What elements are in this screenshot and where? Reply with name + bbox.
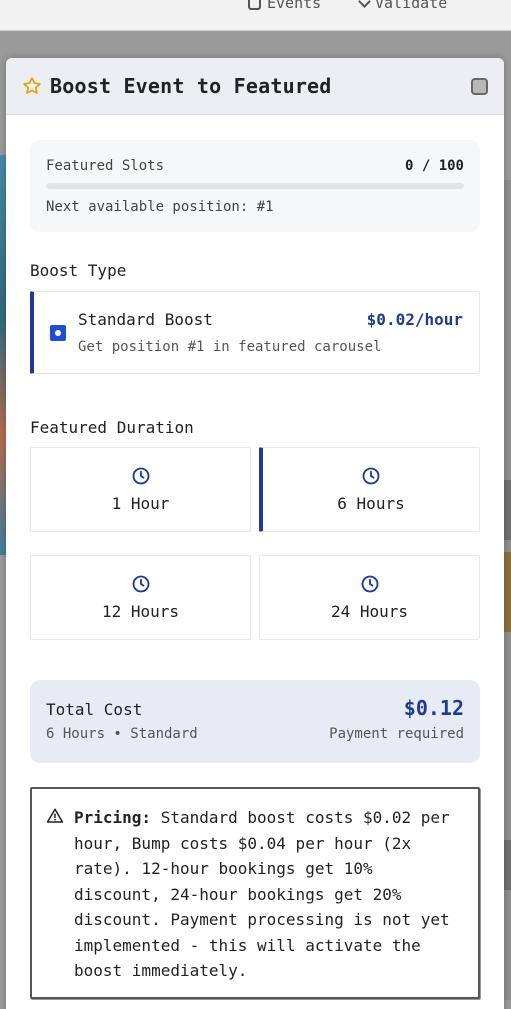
boost-modal: Boost Event to Featured Featured Slots 0… [6, 58, 504, 1009]
slots-progress-bar [46, 183, 464, 189]
check-icon [358, 0, 371, 8]
clock-icon [362, 467, 380, 485]
modal-header: Boost Event to Featured [6, 58, 504, 115]
pricing-note-body: Standard boost costs $0.02 per hour, Bum… [74, 808, 450, 980]
next-available-position: Next available position: #1 [46, 199, 274, 215]
boost-option-description: Get position #1 in featured carousel [78, 339, 382, 355]
total-cost-summary: 6 Hours • Standard [46, 726, 198, 742]
duration-option-6-hours[interactable]: 6 Hours [259, 447, 480, 532]
featured-slots-label: Featured Slots [46, 158, 165, 174]
nav-validate[interactable]: Validate [358, 0, 447, 12]
clock-icon [132, 467, 149, 485]
close-button[interactable] [471, 77, 488, 95]
boost-option-radio[interactable] [50, 325, 66, 341]
duration-options: 1 Hour 6 Hours 12 Hours 24 Hours [30, 447, 480, 642]
featured-slots-card: Featured Slots 0 / 100 Next available po… [30, 140, 480, 232]
modal-title: Boost Event to Featured [50, 74, 332, 98]
boost-type-heading: Boost Type [30, 261, 127, 280]
warning-icon [46, 808, 64, 823]
clock-icon [361, 575, 378, 593]
duration-option-24-hours[interactable]: 24 Hours [259, 555, 480, 640]
boost-option-price: $0.02/hour [366, 310, 463, 329]
background-topbar: Events Validate [0, 0, 511, 31]
pricing-note: Pricing: Standard boost costs $0.02 per … [30, 787, 480, 999]
background-content-strip [504, 180, 511, 1000]
pricing-note-text: Pricing: Standard boost costs $0.02 per … [74, 805, 464, 997]
boost-option-name: Standard Boost [78, 310, 213, 329]
clock-icon [132, 575, 149, 593]
duration-option-1-hour[interactable]: 1 Hour [30, 447, 251, 532]
pricing-note-label: Pricing: [74, 808, 152, 827]
featured-duration-heading: Featured Duration [30, 418, 194, 437]
duration-option-12-hours[interactable]: 12 Hours [30, 555, 251, 640]
star-icon [23, 77, 41, 94]
featured-slots-count: 0 / 100 [404, 158, 464, 174]
total-cost-label: Total Cost [46, 700, 143, 719]
nav-events[interactable]: Events [248, 0, 321, 12]
boost-option-standard[interactable]: Standard Boost $0.02/hour Get position #… [30, 291, 480, 374]
total-cost-amount: $0.12 [403, 696, 464, 720]
payment-status: Payment required [329, 726, 464, 742]
calendar-icon [248, 0, 261, 10]
total-cost-card: Total Cost $0.12 6 Hours • Standard Paym… [30, 680, 480, 763]
